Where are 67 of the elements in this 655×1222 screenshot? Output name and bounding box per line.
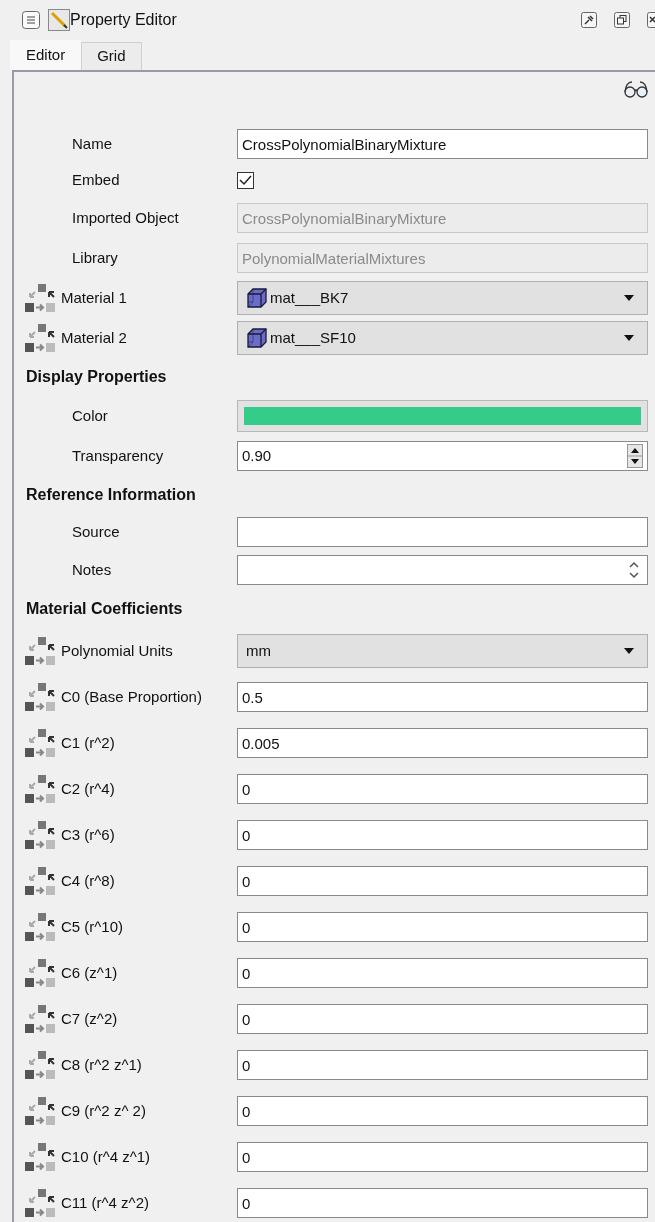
text-field[interactable]: 0 [237,1142,648,1172]
pencil-icon [48,9,70,31]
pin-icon[interactable] [581,12,597,28]
tab[interactable]: Editor [10,40,82,70]
property-label: C11 (r^4 z^2) [61,1192,149,1213]
text-field[interactable]: 0 [237,866,648,896]
tab[interactable]: Grid [81,42,142,70]
text-field[interactable]: 0 [237,1004,648,1034]
notes-field[interactable] [237,555,648,585]
property-label: Embed [72,169,120,190]
checkbox[interactable] [237,171,254,189]
property-label: C8 (r^2 z^1) [61,1054,142,1075]
float-icon[interactable] [614,12,630,28]
material-dropdown[interactable]: mat___BK7 [237,281,648,315]
text-field[interactable]: 0 [237,1050,648,1080]
text-field[interactable]: CrossPolynomialBinaryMixture [237,129,648,159]
property-label: Transparency [72,445,164,466]
property-label: Material 1 [61,287,127,308]
section-header: Material Coefficients [26,599,183,619]
property-label: C4 (r^8) [61,870,115,891]
spin-field[interactable]: 0.90 [237,441,648,471]
text-field[interactable]: 0.5 [237,682,648,712]
property-label: Notes [72,559,112,580]
glasses-icon[interactable] [624,80,648,98]
property-label: C1 (r^2) [61,732,115,753]
cube-icon [246,287,268,309]
property-label: C6 (z^1) [61,962,118,983]
property-label: C0 (Base Proportion) [61,686,202,707]
material-name: mat___SF10 [270,327,357,348]
property-label: Name [72,133,112,154]
property-label: Material 2 [61,327,127,348]
text-field[interactable]: 0 [237,774,648,804]
property-label: C7 (z^2) [61,1008,118,1029]
material-dropdown[interactable]: mat___SF10 [237,321,648,355]
property-label: Color [72,405,108,426]
spin-arrows-icon [627,444,643,468]
caret-icon [623,294,635,302]
text-field[interactable] [237,517,648,547]
section-header: Reference Information [26,485,196,505]
text-field[interactable]: 0 [237,820,648,850]
property-label: Imported Object [72,207,179,228]
chevrons-icon [629,561,639,579]
property-label: Library [72,247,118,268]
section-header: Display Properties [26,367,167,387]
caret-icon [623,647,635,655]
caret-icon [623,334,635,342]
color-button[interactable] [237,400,648,432]
text-field[interactable]: 0 [237,958,648,988]
material-name: mat___BK7 [270,287,350,308]
text-field[interactable]: 0 [237,912,648,942]
window-title: Property Editor [70,10,177,30]
text-field[interactable]: 0 [237,1096,648,1126]
property-label: C2 (r^4) [61,778,115,799]
property-label: Source [72,521,120,542]
text-field[interactable]: 0.005 [237,728,648,758]
units-value: mm [246,640,272,661]
text-field[interactable]: 0 [237,1188,648,1218]
menu-icon[interactable] [22,11,40,29]
property-label: C5 (r^10) [61,916,124,937]
property-label: C10 (r^4 z^1) [61,1146,151,1167]
spin-value: 0.90 [242,445,273,466]
property-label: C9 (r^2 z^ 2) [61,1100,146,1121]
property-label: C3 (r^6) [61,824,115,845]
units-dropdown[interactable]: mm [237,634,648,668]
close-icon[interactable] [647,12,655,28]
property-label: Polynomial Units [61,640,173,661]
cube-icon [246,327,268,349]
